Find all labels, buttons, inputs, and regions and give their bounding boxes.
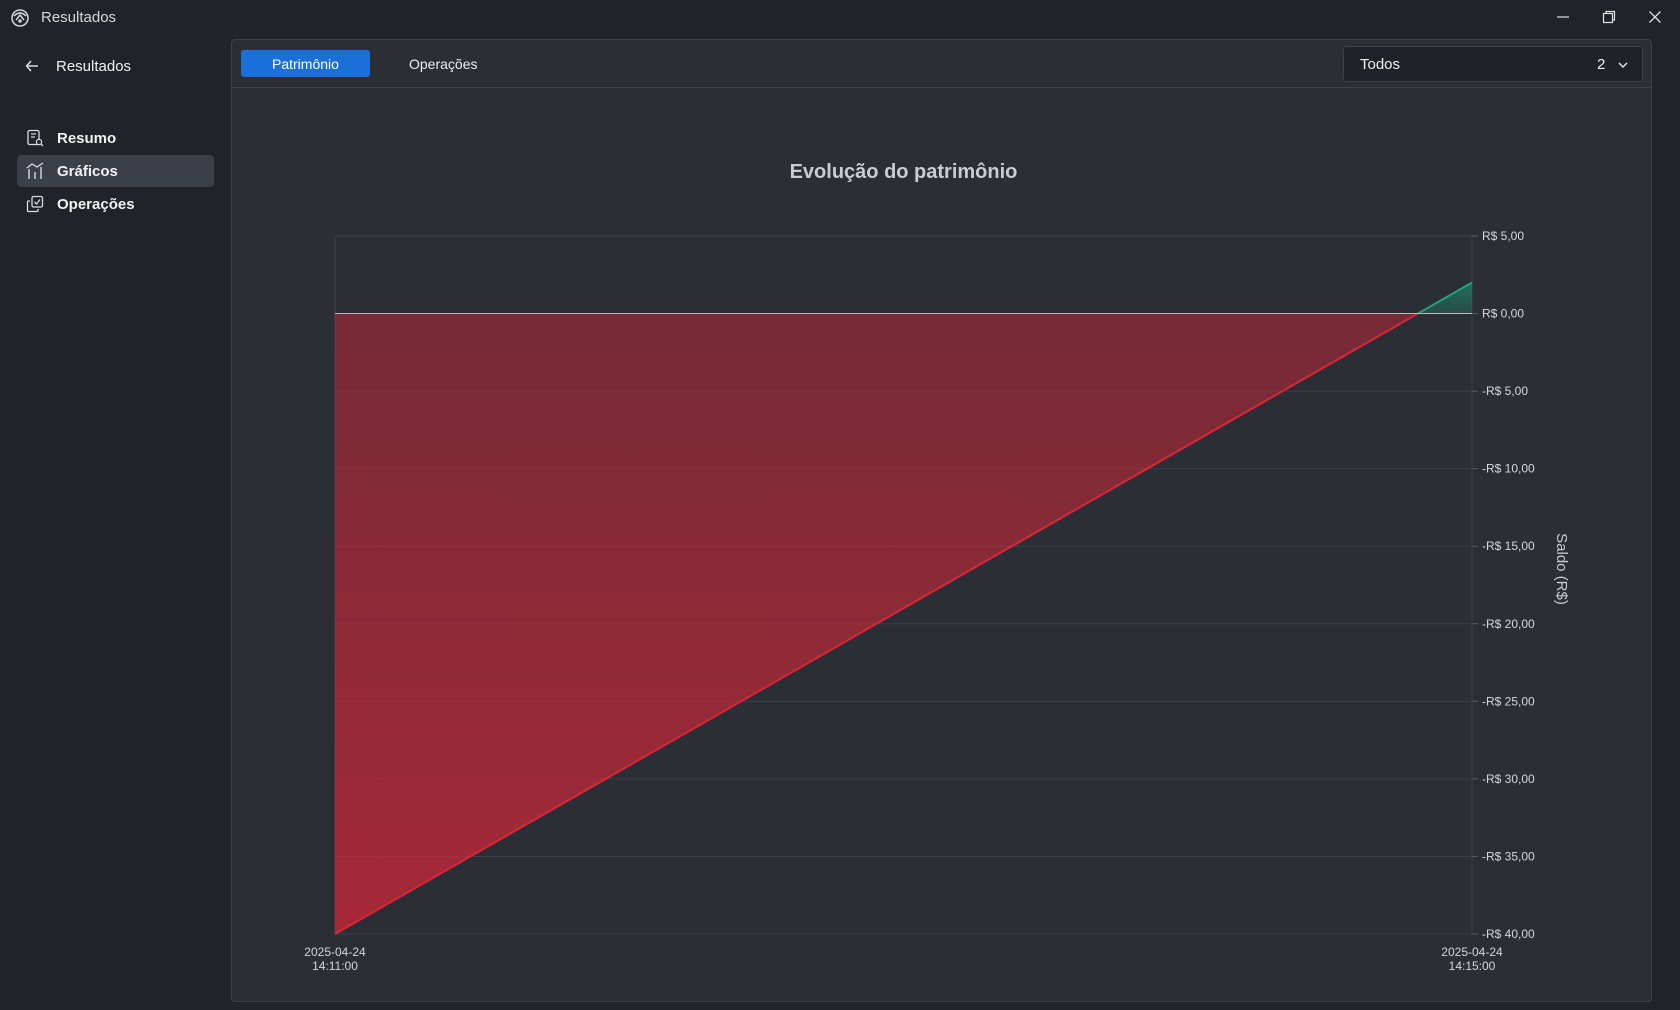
x-tick-label-time: 14:11:00 (312, 959, 358, 973)
filter-select-count: 2 (1597, 55, 1606, 73)
sidebar-item-graficos[interactable]: Gráficos (17, 155, 214, 187)
tab-patrimonio[interactable]: Patrimônio (241, 50, 370, 77)
y-tick-label: -R$ 35,00 (1482, 849, 1535, 863)
y-tick-label: R$ 0,00 (1482, 307, 1524, 321)
main-panel: Patrimônio Operações Todos 2 Evolução do… (231, 39, 1652, 1002)
close-button[interactable] (1632, 0, 1678, 34)
y-tick-label: R$ 5,00 (1482, 229, 1524, 243)
chart-title: Evolução do patrimônio (790, 161, 1018, 183)
sidebar-item-label: Resumo (57, 129, 117, 147)
title-bar: Resultados (0, 0, 1680, 34)
y-tick-label: -R$ 5,00 (1482, 384, 1528, 398)
sidebar-item-label: Operações (57, 195, 135, 213)
app-logo-icon (10, 8, 30, 28)
close-icon (1649, 11, 1661, 23)
back-button[interactable]: Resultados (17, 48, 217, 84)
x-tick-label-time: 14:15:00 (1449, 959, 1496, 973)
arrow-left-icon (17, 48, 47, 84)
back-label: Resultados (56, 57, 132, 75)
tab-operacoes[interactable]: Operações (378, 50, 508, 77)
x-tick-label-date: 2025-04-24 (1441, 945, 1503, 959)
chevron-down-icon (1616, 58, 1630, 72)
sidebar: Resultados Resumo Gráficos Operações (0, 34, 230, 1010)
y-tick-label: -R$ 25,00 (1482, 694, 1535, 708)
report-search-icon (17, 122, 53, 154)
window-title: Resultados (41, 9, 117, 26)
x-tick-label-date: 2025-04-24 (304, 945, 366, 959)
filter-select[interactable]: Todos 2 (1343, 46, 1643, 82)
restore-icon (1602, 10, 1616, 24)
y-tick-label: -R$ 40,00 (1482, 927, 1535, 941)
y-tick-label: -R$ 15,00 (1482, 539, 1535, 553)
minimize-button[interactable] (1540, 0, 1586, 34)
y-axis-label: Saldo (R$) (1553, 533, 1570, 605)
minimize-icon (1557, 16, 1569, 18)
sidebar-item-label: Gráficos (57, 162, 118, 180)
equity-chart: Evolução do patrimônio R$ 5,00 R$ 0,00 -R$ … (304, 161, 1570, 973)
y-tick-label: -R$ 20,00 (1482, 617, 1535, 631)
y-tick-label: -R$ 30,00 (1482, 772, 1535, 786)
restore-button[interactable] (1586, 0, 1632, 34)
chart-icon (17, 155, 53, 187)
operations-icon (17, 188, 53, 220)
sidebar-item-resumo[interactable]: Resumo (17, 122, 214, 154)
panel-header: Patrimônio Operações Todos 2 (232, 40, 1651, 88)
sidebar-item-operacoes[interactable]: Operações (17, 188, 214, 220)
filter-select-value: Todos (1360, 55, 1401, 73)
y-tick-label: -R$ 10,00 (1482, 462, 1535, 476)
